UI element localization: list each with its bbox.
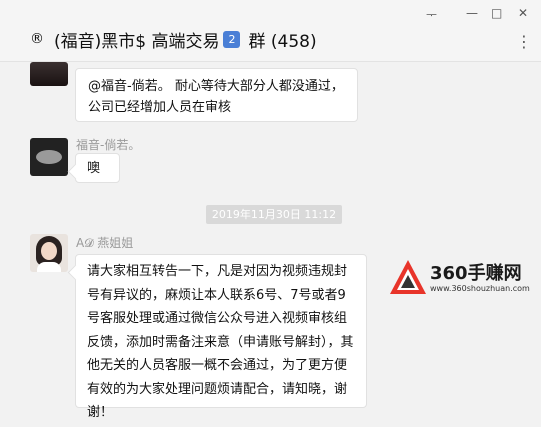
group-level-badge: 2 [223,30,241,48]
chat-title: ® (福音)黑市$ 高端交易 2 群 (458) [30,27,317,52]
message-bubble[interactable]: 请大家相互转告一下，凡是对因为视频违规封号有异议的，麻烦让本人联系6号、7号或者… [75,254,367,420]
watermark-logo: 360手赚网 www.360shouzhuan.com [388,257,538,297]
message-bubble[interactable]: 噢 [75,153,120,183]
sender-name[interactable]: 福音-倘若。 [76,136,140,153]
group-name: (福音)黑市$ 高端交易 [54,31,220,52]
close-icon[interactable]: ✕ [518,6,528,20]
watermark-url: www.360shouzhuan.com [430,284,530,293]
member-count: 群 (458) [248,31,317,52]
avatar[interactable] [30,62,68,86]
triangle-logo-icon [390,260,426,294]
registered-icon: ® [30,31,44,47]
avatar[interactable] [30,234,68,272]
pin-icon[interactable]: ᅮ [426,6,437,23]
more-options-icon[interactable]: ⋮ [516,32,532,51]
title-bar: ᅮ — □ ✕ ® (福音)黑市$ 高端交易 2 群 (458) ⋮ [0,0,541,62]
watermark-brand: 360手赚网 [430,263,522,284]
avatar[interactable] [30,138,68,176]
message-timestamp: 2019年11月30日 11:12 [206,205,342,224]
sender-name[interactable]: A𝓓 燕姐姐 [76,234,133,251]
maximize-icon[interactable]: □ [491,6,502,20]
minimize-icon[interactable]: — [466,6,478,20]
message-bubble[interactable]: @福音-倘若。 耐心等待大部分人都没通过，公司已经增加人员在审核 [75,68,358,122]
message-list[interactable]: @福音-倘若。 耐心等待大部分人都没通过，公司已经增加人员在审核 福音-倘若。 … [0,62,541,427]
